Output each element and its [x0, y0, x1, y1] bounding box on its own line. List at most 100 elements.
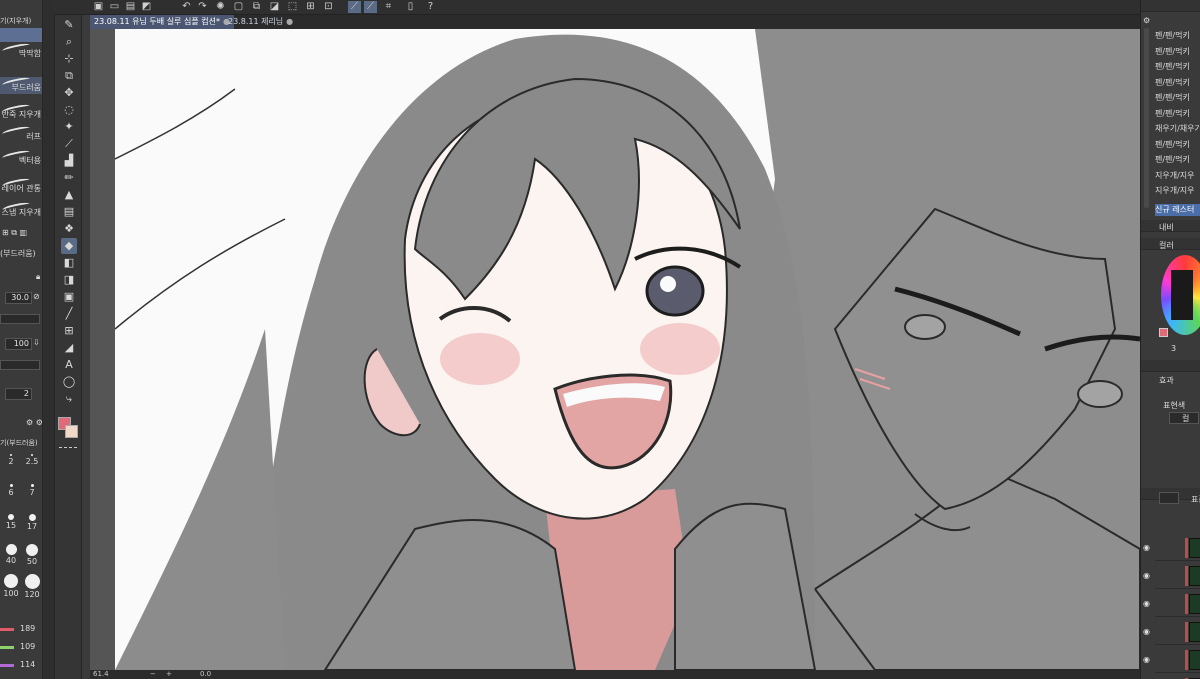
hardness-field[interactable]: 2 [5, 388, 32, 400]
airbrush-icon[interactable]: ▤ [61, 204, 77, 220]
smartphone-icon[interactable]: ▯ [404, 1, 417, 13]
canvas-area[interactable] [90, 29, 1140, 670]
layer-set-item[interactable]: 펜/펜/먹키 [1155, 61, 1200, 73]
brush-item[interactable]: 반죽 지우개 [0, 103, 42, 121]
add-subtool-icon[interactable]: ⊞ [2, 228, 9, 237]
new-icon[interactable]: ▣ [92, 1, 105, 13]
close-icon[interactable]: ● [286, 17, 293, 26]
selection-icon[interactable]: ⬚ [286, 1, 299, 13]
pen-tool-icon[interactable]: ▟ [61, 153, 77, 169]
balloon-icon[interactable]: ◯ [61, 374, 77, 390]
layer-set-item[interactable]: 지우개/지우 [1155, 170, 1200, 182]
redo-icon[interactable]: ↷ [196, 1, 209, 13]
layer-set-item[interactable]: 펜/펜/먹키 [1155, 77, 1200, 89]
opacity-down-icon[interactable]: ⇩ [33, 338, 42, 352]
brush-size-preset[interactable]: 40 [1, 542, 21, 576]
settings-icon[interactable]: ⚙ [1143, 16, 1150, 25]
settings-gear-icon[interactable]: ⚙ ⚙ [26, 418, 42, 432]
layer-set-item[interactable]: 지우개/지우 [1155, 185, 1200, 197]
help-icon[interactable]: ? [424, 1, 437, 13]
ruler-icon[interactable]: ╱ [61, 306, 77, 322]
layer-row[interactable]: ◉ [1155, 675, 1200, 679]
sub-color-swatch[interactable] [65, 425, 78, 438]
lasso-icon[interactable]: ◌ [61, 102, 77, 118]
layer-set-item[interactable]: 펜/펜/먹키 [1155, 108, 1200, 120]
visibility-eye-icon[interactable]: ◉ [1143, 627, 1150, 636]
delete-icon[interactable]: ▥ [20, 228, 28, 237]
brush-size-preset[interactable]: 50 [22, 542, 42, 576]
layer-row[interactable]: ◉ [1143, 591, 1200, 617]
selected-layer-set[interactable]: 신규 레스터 [1155, 204, 1200, 216]
brush-item[interactable]: 부드러움 [0, 76, 42, 94]
layer-set-scrollbar[interactable] [1144, 28, 1149, 208]
figure-icon[interactable]: ◢ [61, 340, 77, 356]
color-slider-row[interactable]: 189 [0, 624, 42, 636]
print-icon[interactable]: ◩ [140, 1, 153, 13]
transform-icon[interactable]: ⧉ [250, 1, 263, 13]
brush-item[interactable]: 딱딱함 [0, 42, 42, 60]
eyedropper-icon[interactable]: ⟋ [61, 136, 77, 152]
layer-set-item[interactable]: 펜/펜/먹키 [1155, 92, 1200, 104]
layer-row[interactable]: ◉ [1143, 647, 1200, 673]
blend-mode-select[interactable] [1159, 492, 1179, 504]
brush-size-preset[interactable]: 6 [1, 482, 21, 516]
current-color-swatch[interactable] [1159, 328, 1168, 337]
brush-size-preset[interactable]: 120 [22, 572, 42, 606]
brush-size-preset[interactable]: 100 [1, 572, 21, 606]
color-slider-bar[interactable] [0, 628, 14, 631]
color-square[interactable] [1171, 270, 1193, 320]
magic-wand-icon[interactable]: ✦ [61, 119, 77, 135]
visibility-eye-icon[interactable]: ◉ [1143, 655, 1150, 664]
open-folder-icon[interactable]: ▭ [108, 1, 121, 13]
loading-icon[interactable]: ✺ [214, 1, 227, 13]
color-slider-row[interactable]: 109 [0, 642, 42, 654]
undo-icon[interactable]: ↶ [180, 1, 193, 13]
operation-icon[interactable]: ✥ [61, 85, 77, 101]
clear-icon[interactable]: ▢ [232, 1, 245, 13]
brush-size-preset[interactable]: 2 [1, 452, 21, 486]
brush-size-preset[interactable]: 2.5 [22, 452, 42, 486]
brush-item[interactable]: 벡터용 [0, 149, 42, 167]
brush-item[interactable]: 스냅 지우개 [0, 201, 42, 219]
layer-set-item[interactable]: 채우기/채우기 [1155, 123, 1200, 135]
blend-icon[interactable]: ◧ [61, 255, 77, 271]
canvas[interactable] [115, 29, 1140, 670]
visibility-eye-icon[interactable]: ◉ [1143, 543, 1150, 552]
snap-grid-icon[interactable]: ⌗ [382, 1, 395, 13]
duplicate-icon[interactable]: ⧉ [11, 228, 17, 237]
opacity-slider[interactable] [0, 360, 40, 370]
grid-icon[interactable]: ⊞ [304, 1, 317, 13]
fill-selection-icon[interactable]: ◪ [268, 1, 281, 13]
ruler-snap-icon[interactable]: ⊡ [322, 1, 335, 13]
fill-icon[interactable]: ◨ [61, 272, 77, 288]
brush-size-preset[interactable]: 15 [1, 512, 21, 546]
decoration-icon[interactable]: ❖ [61, 221, 77, 237]
zoom-icon[interactable]: ⌕ [61, 34, 77, 50]
rotation-value[interactable]: 0.0 [200, 670, 211, 679]
save-icon[interactable]: ▤ [124, 1, 137, 13]
lock-icon[interactable]: 🔒︎ [36, 272, 42, 286]
size-slider[interactable] [0, 314, 40, 324]
correct-line-icon[interactable]: ⤷ [61, 391, 77, 407]
brush-item[interactable]: 러프 [0, 125, 42, 143]
text-icon[interactable]: A [61, 357, 77, 373]
opacity-field[interactable]: 100 [5, 338, 32, 350]
layer-set-item[interactable]: 펜/펜/먹키 [1155, 139, 1200, 151]
zoom-out-icon[interactable]: − [150, 670, 156, 679]
panel-divider[interactable] [43, 0, 54, 679]
color-slider-bar[interactable] [0, 664, 14, 667]
color-slider-row[interactable]: 114 [0, 660, 42, 672]
pencil-icon[interactable]: ✏ [61, 170, 77, 186]
brush-item[interactable]: 레이어 관통 [0, 177, 42, 195]
layer-set-item[interactable]: 펜/펜/먹키 [1155, 154, 1200, 166]
transparent-color-icon[interactable] [59, 447, 77, 451]
pen-icon[interactable]: ✎ [61, 17, 77, 33]
zoom-in-icon[interactable]: + [166, 670, 172, 679]
brush-size-field[interactable]: 30.0 [5, 292, 32, 304]
pressure-icon[interactable]: ⊘ [33, 292, 42, 306]
layer-row[interactable]: ◉ [1143, 563, 1200, 589]
layer-move-icon[interactable]: ⧉ [61, 68, 77, 84]
sub-tool-group-tab[interactable] [0, 28, 42, 42]
snap-ruler-icon[interactable]: ⟋ [348, 1, 361, 13]
layer-set-item[interactable]: 펜/펜/먹키 [1155, 30, 1200, 42]
